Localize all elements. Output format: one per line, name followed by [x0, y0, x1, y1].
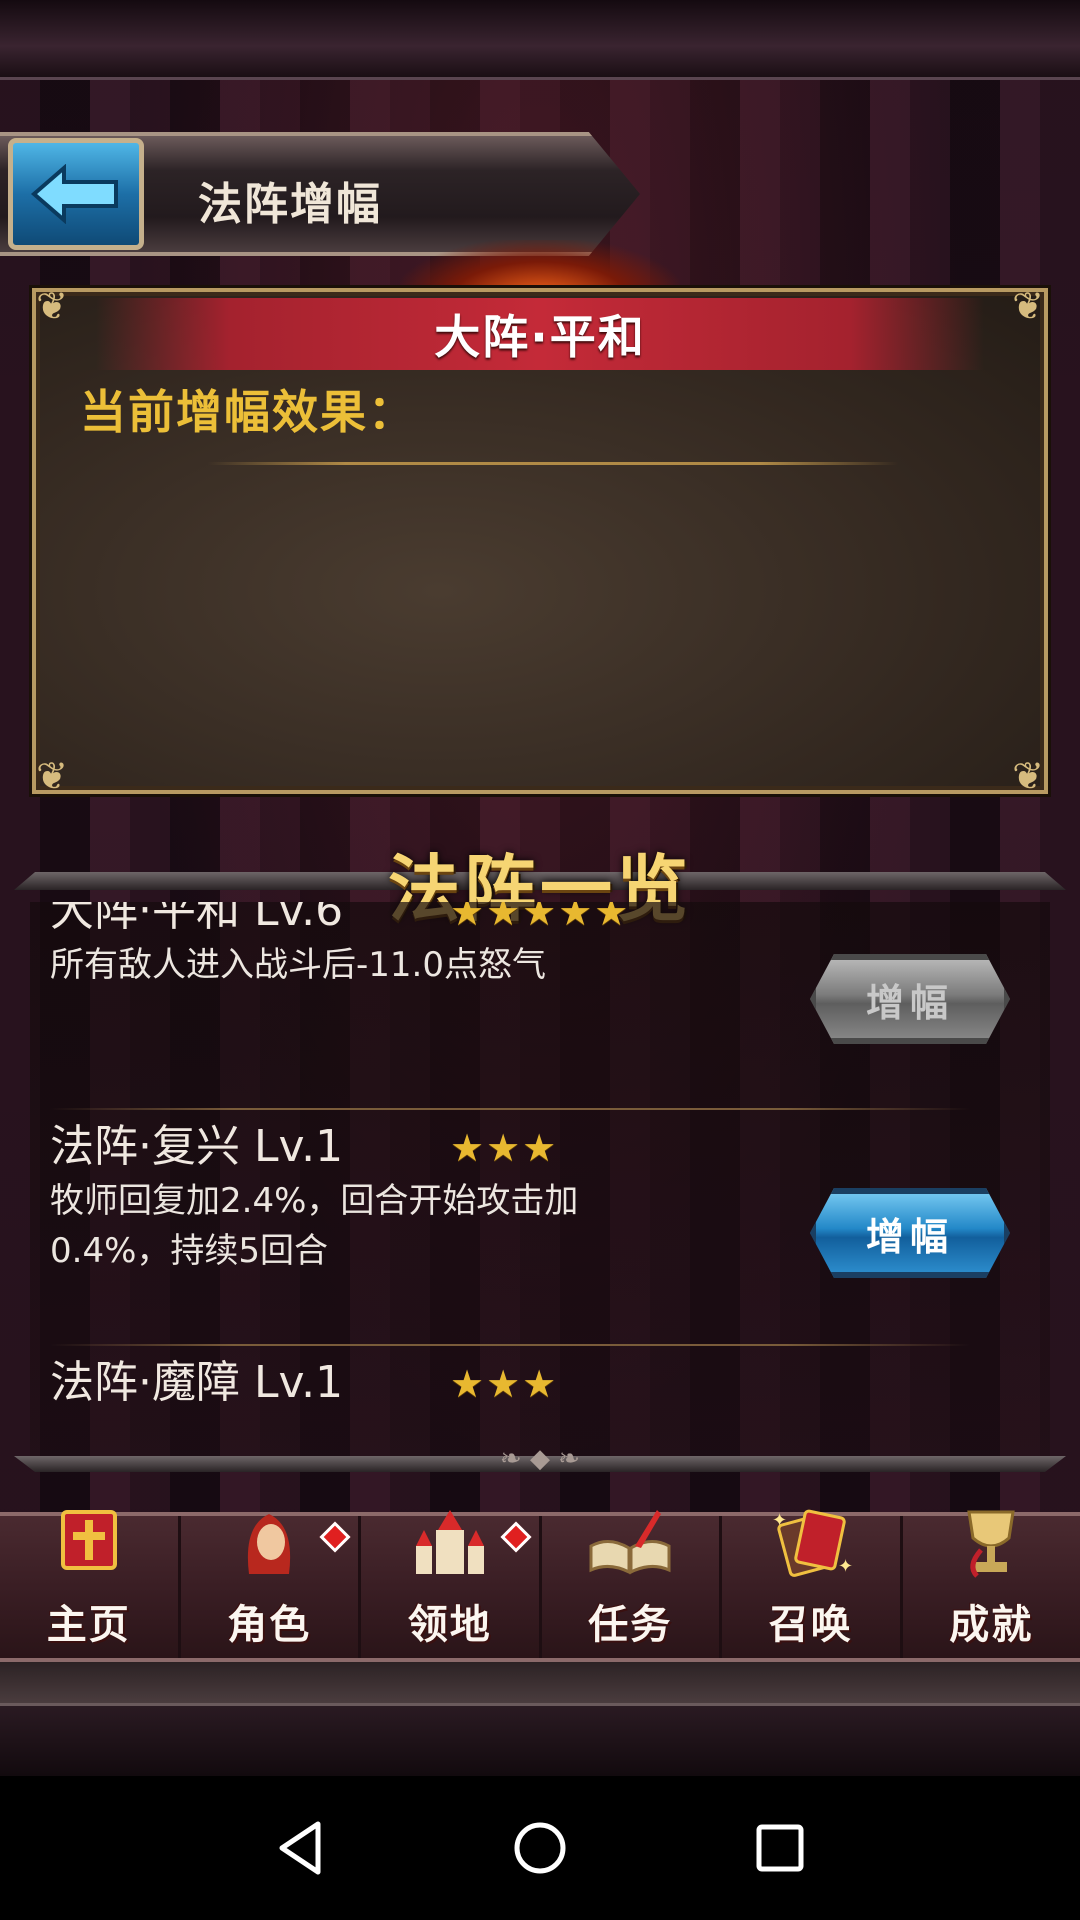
effect-divider — [208, 462, 898, 465]
system-back-button[interactable] — [270, 1818, 330, 1878]
list-item: 大阵·平和 Lv.6 ★★★★★ 所有敌人进入战斗后-11.0点怒气 增幅 — [30, 902, 1050, 1110]
svg-text:✦: ✦ — [838, 1556, 853, 1577]
nav-item-achievement[interactable]: 成就 — [903, 1510, 1080, 1658]
svg-text:✦: ✦ — [772, 1510, 787, 1531]
nav-label: 角色 — [227, 1602, 312, 1648]
system-nav-bar — [0, 1776, 1080, 1920]
nav-item-character[interactable]: 角色 — [181, 1514, 361, 1658]
item-description: 牧师回复加2.4%，回合开始攻击加0.4%，持续5回合 — [50, 1181, 579, 1271]
nav-label: 任务 — [588, 1602, 673, 1648]
corner-ornament: ❦ — [36, 284, 68, 328]
back-arrow-icon — [30, 164, 118, 224]
nav-label: 成就 — [949, 1602, 1034, 1648]
scroll-ornament-icon: ❧ ◆ ❧ — [499, 1444, 581, 1474]
nav-label: 领地 — [407, 1602, 492, 1648]
system-recents-button[interactable] — [750, 1818, 810, 1878]
list-item: 法阵·复兴 Lv.1 ★★★ 牧师回复加2.4%，回合开始攻击加0.4%，持续5… — [30, 1110, 1050, 1346]
square-recents-icon — [756, 1824, 804, 1872]
bottom-strip — [0, 1662, 1080, 1706]
nav-item-home[interactable]: 主页 — [0, 1510, 181, 1658]
star-rating: ★★★ — [450, 1362, 559, 1406]
quest-book-icon — [585, 1506, 675, 1592]
boost-button[interactable]: 增幅 — [810, 954, 1010, 1044]
bottom-base — [0, 1706, 1080, 1776]
home-banner-icon — [49, 1506, 129, 1592]
castle-icon — [410, 1506, 490, 1592]
top-ornament — [0, 0, 1080, 80]
item-name: 法阵·复兴 Lv.1 — [50, 1121, 344, 1172]
nav-label: 召唤 — [768, 1602, 853, 1648]
notification-badge — [499, 1521, 532, 1553]
nav-item-summon[interactable]: ✦ ✦ 召唤 — [722, 1509, 903, 1658]
character-icon — [229, 1506, 309, 1592]
item-description: 所有敌人进入战斗后-11.0点怒气 — [50, 945, 546, 985]
triangle-back-icon — [279, 1821, 321, 1875]
current-effect-label: 当前增幅效果： — [80, 385, 416, 439]
star-rating: ★★★★★ — [450, 902, 631, 934]
item-name: 法阵·魔障 Lv.1 — [50, 1357, 344, 1408]
nav-label: 主页 — [46, 1602, 131, 1648]
item-name: 大阵·平和 Lv.6 — [50, 902, 344, 936]
effect-panel: ❦ ❦ ❦ ❦ 大阵·平和 当前增幅效果： — [32, 284, 1048, 798]
bottom-nav: 主页 角色 领地 任务 ✦ ✦ 召唤 成就 — [0, 1509, 1080, 1662]
star-rating: ★★★ — [450, 1126, 559, 1170]
summon-cards-icon: ✦ ✦ — [766, 1506, 856, 1592]
trophy-icon — [951, 1506, 1031, 1592]
corner-ornament: ❦ — [1012, 754, 1044, 798]
back-button[interactable] — [8, 138, 144, 250]
notification-badge — [319, 1521, 351, 1553]
formation-banner: 大阵·平和 — [96, 298, 984, 370]
nav-item-territory[interactable]: 领地 — [361, 1510, 542, 1658]
system-home-button[interactable] — [510, 1818, 570, 1878]
formation-name: 大阵·平和 — [434, 310, 646, 364]
nav-item-quest[interactable]: 任务 — [542, 1510, 722, 1658]
circle-home-icon — [514, 1822, 566, 1874]
page-title: 法阵增幅 — [198, 179, 382, 230]
corner-ornament: ❦ — [36, 754, 68, 798]
corner-ornament: ❦ — [1012, 284, 1044, 328]
formation-list[interactable]: 大阵·平和 Lv.6 ★★★★★ 所有敌人进入战斗后-11.0点怒气 增幅 法阵… — [30, 902, 1050, 1462]
boost-button[interactable]: 增幅 — [810, 1188, 1010, 1278]
